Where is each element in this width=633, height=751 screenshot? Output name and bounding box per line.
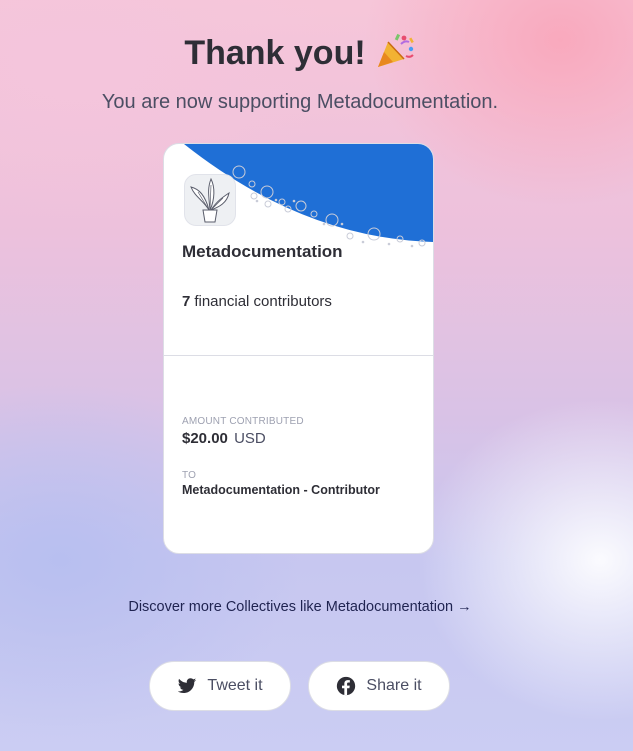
share-facebook-button[interactable]: Share it bbox=[308, 661, 450, 711]
collective-avatar[interactable] bbox=[184, 174, 236, 226]
title-text: Thank you! bbox=[184, 34, 366, 72]
facebook-icon bbox=[336, 676, 356, 696]
to-label: TO bbox=[182, 470, 197, 481]
contributors-number: 7 bbox=[182, 293, 191, 310]
amount-label: AMOUNT CONTRIBUTED bbox=[182, 416, 304, 427]
potted-plant-icon bbox=[190, 177, 230, 223]
amount-value: $20.00 bbox=[182, 430, 228, 447]
party-popper-icon bbox=[374, 32, 416, 70]
collective-card: Metadocumentation 7 financial contributor… bbox=[163, 143, 434, 554]
page-title: Thank you! bbox=[0, 32, 600, 73]
tier-name: Metadocumentation - Contributor bbox=[182, 483, 380, 497]
discover-collectives-link[interactable]: Discover more Collectives like Metadocum… bbox=[0, 599, 600, 615]
contributors-label: financial contributors bbox=[194, 293, 332, 310]
amount-currency: USD bbox=[234, 430, 266, 447]
contributors-count: 7 financial contributors bbox=[182, 293, 332, 310]
collective-name[interactable]: Metadocumentation bbox=[182, 242, 343, 262]
share-label: Share it bbox=[366, 677, 422, 694]
amount-contributed: $20.00 USD bbox=[182, 430, 266, 447]
subtitle: You are now supporting Metadocumentation… bbox=[101, 91, 499, 113]
tweet-button[interactable]: Tweet it bbox=[149, 661, 291, 711]
tweet-label: Tweet it bbox=[207, 677, 263, 694]
card-divider bbox=[164, 355, 433, 356]
twitter-icon bbox=[177, 676, 197, 696]
